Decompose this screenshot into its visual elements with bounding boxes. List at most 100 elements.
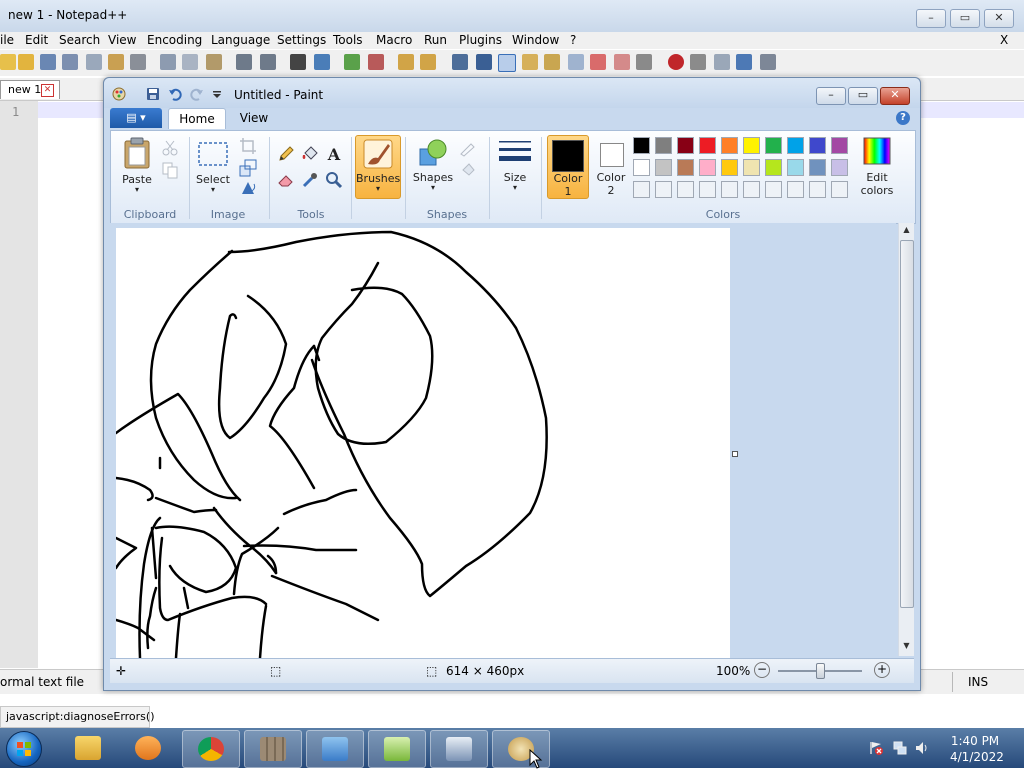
drawing-canvas[interactable] [114,228,730,660]
volume-icon[interactable] [914,740,930,756]
close-icon[interactable] [86,54,102,70]
cut-icon[interactable] [161,139,179,157]
palette-swatch[interactable] [831,159,848,176]
custom-color-slot[interactable] [787,181,804,198]
menu-plugins[interactable]: Plugins [459,33,502,47]
select-button[interactable]: Select ▾ [193,135,233,197]
color2-button[interactable]: Color 2 [591,135,631,197]
network-icon[interactable] [892,740,908,756]
redo-icon[interactable] [190,87,204,101]
menu-run[interactable]: Run [424,33,447,47]
document-map-icon[interactable] [522,54,538,70]
paste-icon[interactable] [206,54,222,70]
customize-toolbar-chevron-icon[interactable] [210,87,224,101]
cut-icon[interactable] [160,54,176,70]
palette-swatch[interactable] [677,159,694,176]
clock-time[interactable]: 1:40 PM [950,734,1000,748]
fill-bucket-icon[interactable] [301,145,319,163]
indent-guide-icon[interactable] [498,54,516,72]
custom-color-slot[interactable] [809,181,826,198]
color1-button[interactable]: Color 1 [547,135,589,199]
start-button[interactable] [6,731,42,767]
palette-swatch[interactable] [721,137,738,154]
taskbar-firewall[interactable] [244,730,302,768]
find-icon[interactable] [290,54,306,70]
size-button[interactable]: Size ▾ [495,135,535,197]
paint-minimize-button[interactable]: – [816,87,846,105]
fill-icon[interactable] [459,161,477,179]
palette-swatch[interactable] [831,137,848,154]
brushes-button[interactable]: Brushes ▾ [355,135,401,199]
palette-swatch[interactable] [655,159,672,176]
palette-swatch[interactable] [787,137,804,154]
menu-file[interactable]: ile [0,33,14,47]
save-icon[interactable] [40,54,56,70]
magnifier-icon[interactable] [325,171,343,189]
scroll-up-icon[interactable]: ▲ [901,225,912,237]
taskbar-explorer[interactable] [60,730,116,766]
menu-language[interactable]: Language [211,33,270,47]
palette-swatch[interactable] [655,137,672,154]
custom-color-slot[interactable] [721,181,738,198]
paint-app-icon[interactable] [112,87,126,101]
show-all-characters-icon[interactable] [476,54,492,70]
stop-macro-icon[interactable] [636,54,652,70]
zoom-out-icon[interactable]: − [754,662,770,678]
palette-swatch[interactable] [743,137,760,154]
palette-swatch[interactable] [721,159,738,176]
play-multiple-icon[interactable] [736,54,752,70]
clock-date[interactable]: 4/1/2022 [950,750,1004,764]
menu-encoding[interactable]: Encoding [147,33,202,47]
text-icon[interactable]: A [325,145,343,163]
pencil-icon[interactable] [277,145,295,163]
help-icon[interactable]: ? [896,111,910,125]
eraser-icon[interactable] [277,171,295,189]
zoom-slider-thumb[interactable] [816,663,825,679]
record-macro-icon[interactable] [614,54,630,70]
palette-swatch[interactable] [809,137,826,154]
menu-search[interactable]: Search [59,33,100,47]
zoom-out-icon[interactable] [368,54,384,70]
copy-icon[interactable] [182,54,198,70]
notepadpp-maximize-button[interactable]: ▭ [950,9,980,28]
notepadpp-minimize-button[interactable]: – [916,9,946,28]
palette-swatch[interactable] [765,159,782,176]
custom-color-slot[interactable] [677,181,694,198]
undo-icon[interactable] [236,54,252,70]
custom-color-slot[interactable] [831,181,848,198]
monitoring-icon[interactable] [590,54,606,70]
save-icon[interactable] [146,87,160,101]
edit-colors-button[interactable]: Edit colors [855,135,899,197]
custom-color-slot[interactable] [743,181,760,198]
palette-swatch[interactable] [633,137,650,154]
notepadpp-close-button[interactable]: ✕ [984,9,1014,28]
custom-color-slot[interactable] [655,181,672,198]
new-file-icon[interactable] [0,54,16,70]
shapes-button[interactable]: Shapes ▾ [411,135,455,197]
menu-help[interactable]: ? [570,33,576,47]
paint-maximize-button[interactable]: ▭ [848,87,878,105]
custom-color-slot[interactable] [699,181,716,198]
stop-icon[interactable] [690,54,706,70]
outline-icon[interactable] [459,139,477,157]
action-center-flag-icon[interactable] [868,740,884,756]
redo-icon[interactable] [260,54,276,70]
tab-close-icon[interactable]: ✕ [41,84,54,97]
palette-swatch[interactable] [765,137,782,154]
zoom-in-icon[interactable]: + [874,662,890,678]
canvas-resize-handle[interactable] [732,451,738,457]
save-all-icon[interactable] [62,54,78,70]
taskbar-media-player[interactable] [120,730,176,766]
taskbar-paint[interactable] [492,730,550,769]
open-file-icon[interactable] [18,54,34,70]
paste-button[interactable]: Paste ▾ [117,135,157,197]
replace-icon[interactable] [314,54,330,70]
print-icon[interactable] [130,54,146,70]
tab-home[interactable]: Home [168,108,226,129]
function-list-icon[interactable] [544,54,560,70]
color-picker-icon[interactable] [301,171,319,189]
save-macro-icon[interactable] [760,54,776,70]
taskbar-remote-desktop[interactable] [430,730,488,768]
menu-tools[interactable]: Tools [333,33,363,47]
crop-icon[interactable] [239,137,257,155]
